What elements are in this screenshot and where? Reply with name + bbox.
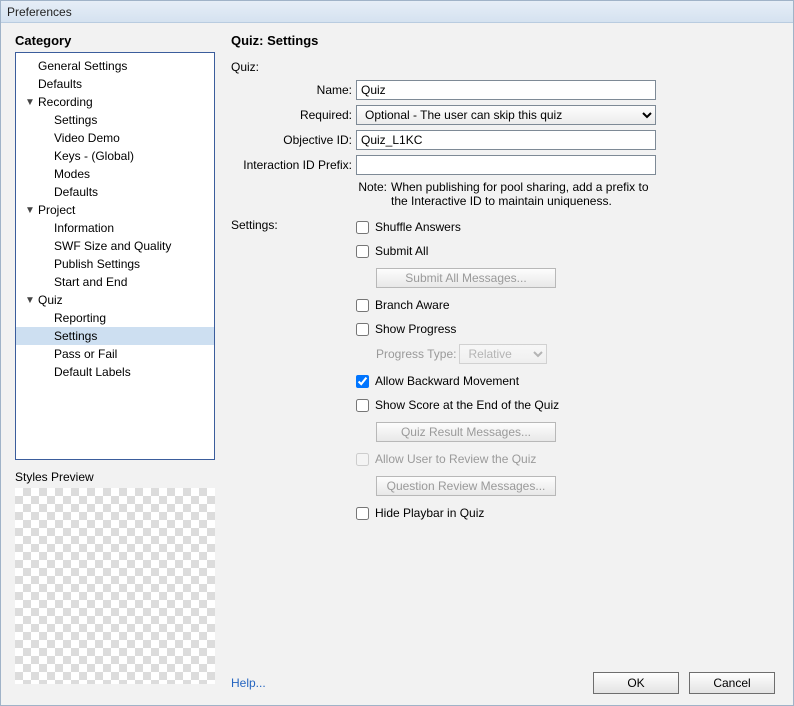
- submit-all-label: Submit All: [375, 244, 428, 258]
- tree-item-default-labels[interactable]: Default Labels: [16, 363, 214, 381]
- content-area: Category General Settings Defaults ▼Reco…: [1, 23, 793, 661]
- styles-preview-panel: [15, 488, 215, 684]
- progress-type-select: Relative: [459, 344, 547, 364]
- shuffle-answers-checkbox[interactable]: [356, 221, 369, 234]
- tree-item-recording[interactable]: ▼Recording: [16, 93, 214, 111]
- ok-button[interactable]: OK: [593, 672, 679, 694]
- objective-id-label: Objective ID:: [231, 133, 356, 147]
- hide-playbar-row[interactable]: Hide Playbar in Quiz: [356, 504, 779, 522]
- interaction-prefix-input[interactable]: [356, 155, 656, 175]
- cancel-button[interactable]: Cancel: [689, 672, 775, 694]
- note-label: Note:: [231, 180, 391, 208]
- tree-item-reporting[interactable]: Reporting: [16, 309, 214, 327]
- tree-item-publish-settings[interactable]: Publish Settings: [16, 255, 214, 273]
- tree-item-information[interactable]: Information: [16, 219, 214, 237]
- chevron-down-icon: ▼: [24, 205, 36, 216]
- objective-id-input[interactable]: [356, 130, 656, 150]
- quiz-result-messages-button: Quiz Result Messages...: [376, 422, 556, 442]
- tree-item-modes[interactable]: Modes: [16, 165, 214, 183]
- allow-backward-label: Allow Backward Movement: [375, 374, 519, 388]
- tree-item-start-end[interactable]: Start and End: [16, 273, 214, 291]
- hide-playbar-checkbox[interactable]: [356, 507, 369, 520]
- show-progress-label: Show Progress: [375, 322, 456, 336]
- tree-item-pass-fail[interactable]: Pass or Fail: [16, 345, 214, 363]
- branch-aware-row[interactable]: Branch Aware: [356, 296, 779, 314]
- question-review-messages-button: Question Review Messages...: [376, 476, 556, 496]
- page-title: Quiz: Settings: [231, 33, 779, 48]
- sidebar: Category General Settings Defaults ▼Reco…: [15, 33, 215, 661]
- chevron-down-icon: ▼: [24, 97, 36, 108]
- dialog-footer: Help... OK Cancel: [1, 661, 793, 705]
- help-link[interactable]: Help...: [231, 676, 266, 690]
- main-panel: Quiz: Settings Quiz: Name: Required: Opt…: [227, 33, 779, 661]
- required-label: Required:: [231, 108, 356, 122]
- tree-item-swf-size[interactable]: SWF Size and Quality: [16, 237, 214, 255]
- tree-item-quiz-settings[interactable]: Settings: [16, 327, 214, 345]
- settings-controls: Shuffle Answers Submit All Submit All Me…: [356, 218, 779, 528]
- shuffle-answers-row[interactable]: Shuffle Answers: [356, 218, 779, 236]
- chevron-down-icon: ▼: [24, 295, 36, 306]
- show-score-label: Show Score at the End of the Quiz: [375, 398, 559, 412]
- window-title: Preferences: [1, 1, 793, 23]
- show-score-row[interactable]: Show Score at the End of the Quiz: [356, 396, 779, 414]
- settings-label: Settings:: [231, 218, 356, 528]
- allow-backward-row[interactable]: Allow Backward Movement: [356, 372, 779, 390]
- progress-type-row: Progress Type: Relative: [376, 344, 779, 364]
- name-input[interactable]: [356, 80, 656, 100]
- allow-review-label: Allow User to Review the Quiz: [375, 452, 536, 466]
- quiz-subheader: Quiz:: [231, 60, 779, 74]
- tree-item-quiz[interactable]: ▼Quiz: [16, 291, 214, 309]
- required-select[interactable]: Optional - The user can skip this quiz: [356, 105, 656, 125]
- tree-item-defaults[interactable]: Defaults: [16, 75, 214, 93]
- tree-item-video-demo[interactable]: Video Demo: [16, 129, 214, 147]
- show-progress-row[interactable]: Show Progress: [356, 320, 779, 338]
- progress-type-label: Progress Type:: [376, 347, 456, 361]
- category-title: Category: [15, 33, 215, 48]
- show-progress-checkbox[interactable]: [356, 323, 369, 336]
- submit-all-messages-button: Submit All Messages...: [376, 268, 556, 288]
- show-score-checkbox[interactable]: [356, 399, 369, 412]
- category-tree[interactable]: General Settings Defaults ▼Recording Set…: [15, 52, 215, 460]
- allow-backward-checkbox[interactable]: [356, 375, 369, 388]
- submit-all-checkbox[interactable]: [356, 245, 369, 258]
- tree-item-general-settings[interactable]: General Settings: [16, 57, 214, 75]
- allow-review-row: Allow User to Review the Quiz: [356, 450, 779, 468]
- preferences-window: Preferences Category General Settings De…: [0, 0, 794, 706]
- tree-item-keys-global[interactable]: Keys - (Global): [16, 147, 214, 165]
- name-label: Name:: [231, 83, 356, 97]
- tree-item-recording-defaults[interactable]: Defaults: [16, 183, 214, 201]
- hide-playbar-label: Hide Playbar in Quiz: [375, 506, 484, 520]
- tree-item-project[interactable]: ▼Project: [16, 201, 214, 219]
- allow-review-checkbox: [356, 453, 369, 466]
- branch-aware-checkbox[interactable]: [356, 299, 369, 312]
- interaction-prefix-label: Interaction ID Prefix:: [231, 158, 356, 172]
- note-text: When publishing for pool sharing, add a …: [391, 180, 661, 208]
- branch-aware-label: Branch Aware: [375, 298, 450, 312]
- shuffle-answers-label: Shuffle Answers: [375, 220, 461, 234]
- styles-preview-label: Styles Preview: [15, 470, 215, 484]
- submit-all-row[interactable]: Submit All: [356, 242, 779, 260]
- tree-item-recording-settings[interactable]: Settings: [16, 111, 214, 129]
